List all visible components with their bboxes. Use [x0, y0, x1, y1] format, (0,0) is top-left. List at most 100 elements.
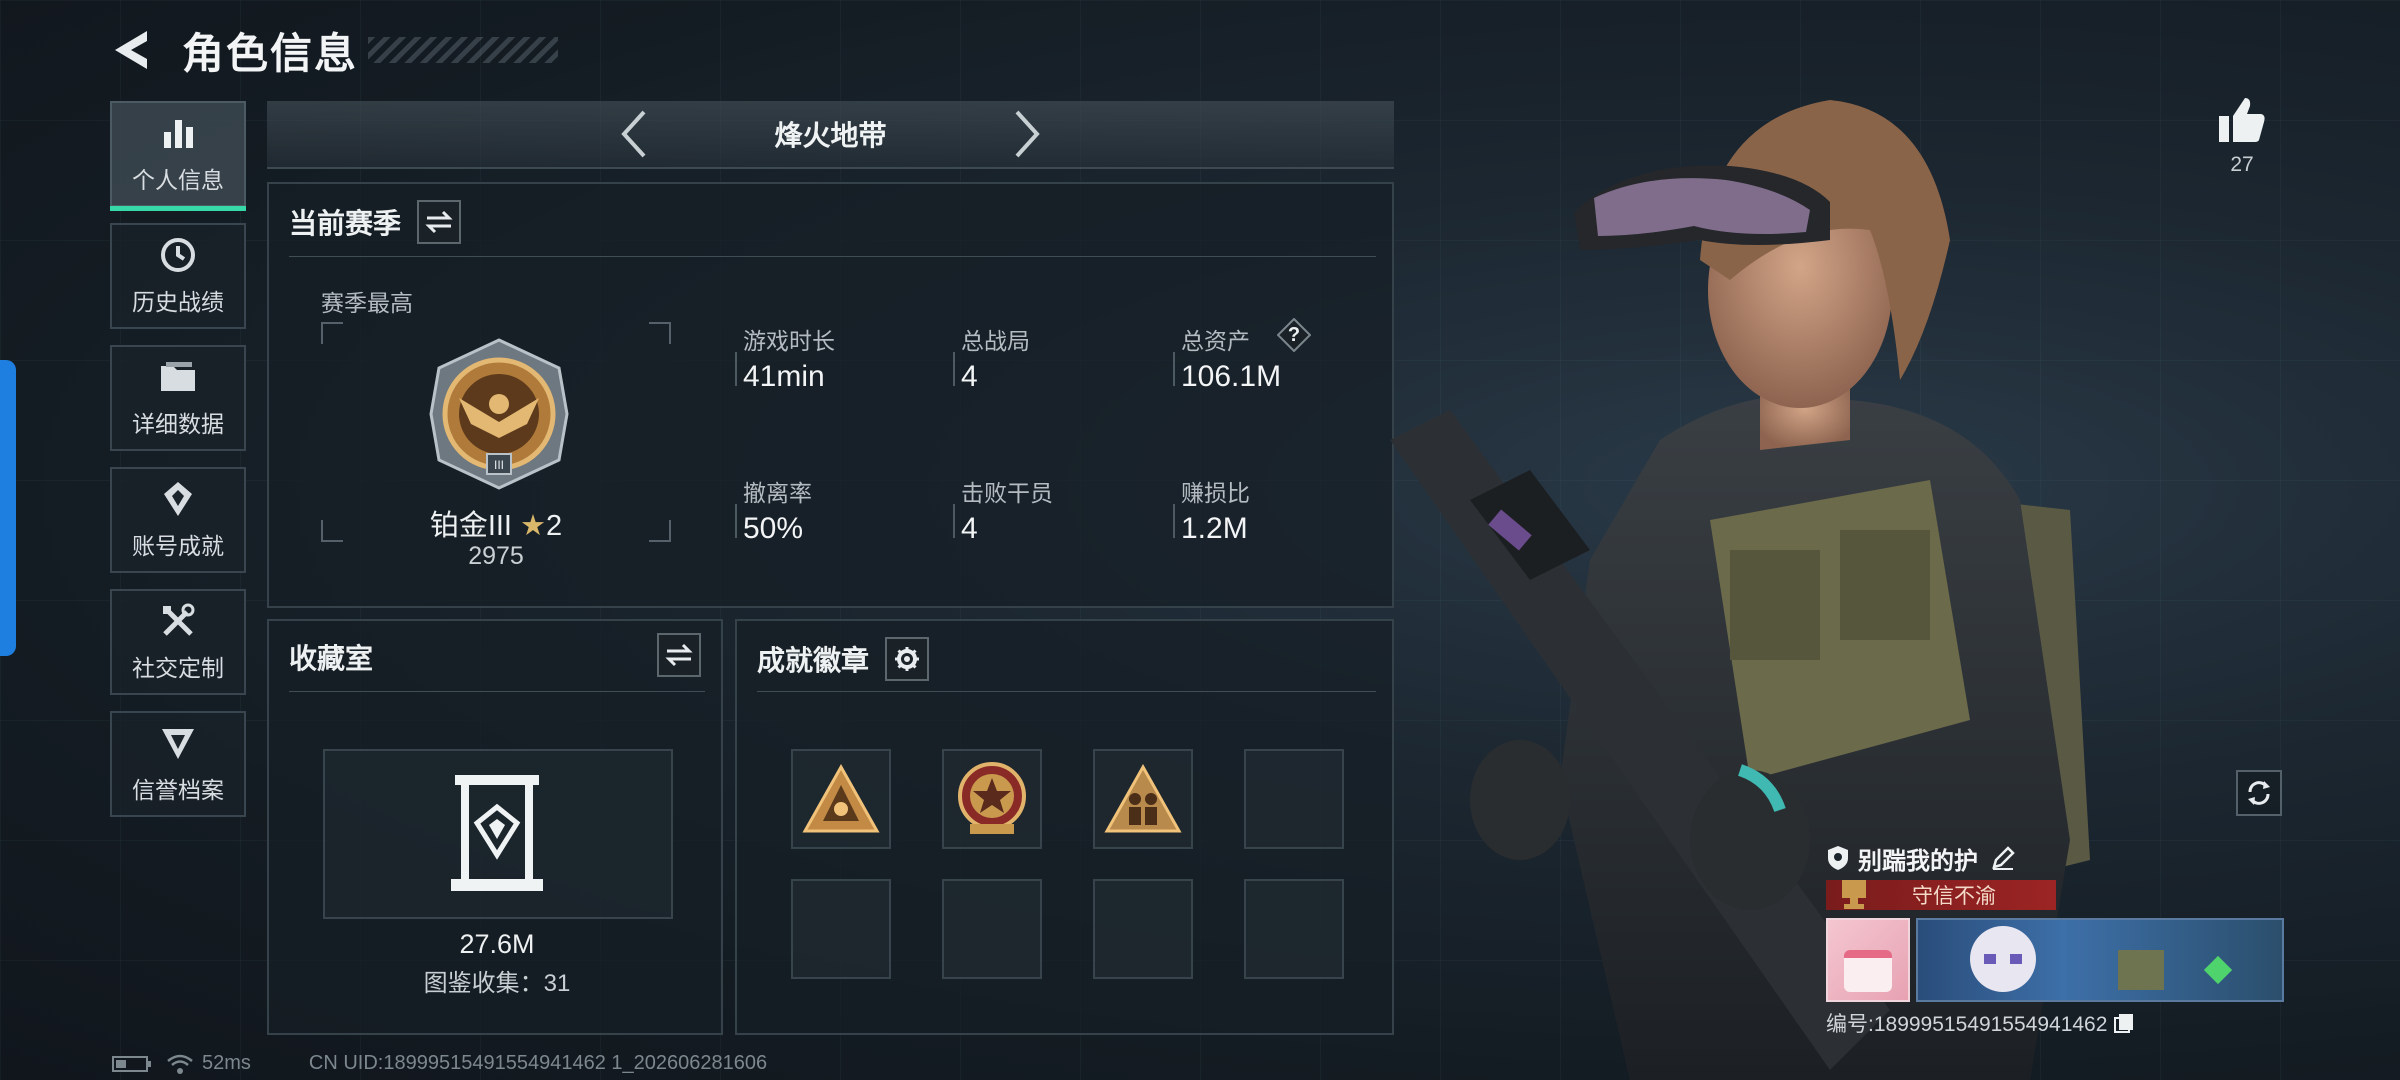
- folder-icon: [156, 357, 200, 397]
- swap-icon: [665, 643, 693, 667]
- sidebar-item-label: 历史战绩: [132, 289, 224, 315]
- mode-selector: 烽火地带: [267, 101, 1394, 169]
- title-badge: 守信不渝: [1826, 880, 2056, 910]
- season-panel: 当前赛季 赛季最高 III 铂金III ★2 2975 游戏时长 41min 总…: [267, 182, 1394, 608]
- stat-value: 1.2M: [1181, 512, 1248, 545]
- stat-label: 击败干员: [961, 480, 1053, 506]
- rank-score: 2975: [468, 542, 524, 570]
- stat-value: 50%: [743, 512, 804, 545]
- copy-id-button[interactable]: [2113, 1012, 2135, 1034]
- ping-text: 52ms: [202, 1052, 251, 1074]
- stat-value: 4: [961, 360, 978, 393]
- stat-value: 41min: [743, 360, 825, 393]
- season-best-label: 赛季最高: [321, 290, 413, 316]
- avatar-card[interactable]: [1826, 918, 1910, 1002]
- badge-slot-empty[interactable]: [1244, 879, 1344, 979]
- tools-icon: [156, 601, 200, 641]
- stat-label: 赚损比: [1181, 480, 1250, 506]
- soldiers-badge-icon: [1104, 763, 1182, 833]
- cake-icon: [1844, 950, 1892, 992]
- status-bar: 52ms CN UID:18999515491554941462 1_20260…: [112, 1052, 767, 1075]
- player-name: 别踹我的护: [1858, 847, 1978, 875]
- triangle-badge-icon: [802, 763, 880, 833]
- badge-slot[interactable]: [1093, 749, 1193, 849]
- sidebar-item-label: 详细数据: [132, 411, 224, 437]
- robot-toy-icon: [2118, 950, 2164, 990]
- next-mode-button[interactable]: [1007, 108, 1047, 160]
- uid-text: CN UID:18999515491554941462 1_2026062816…: [308, 1052, 768, 1074]
- badge-slot[interactable]: [942, 749, 1042, 849]
- title-badge-text: 守信不渝: [1912, 885, 1996, 908]
- divider: [289, 256, 1376, 257]
- stat-value: 4: [961, 512, 978, 545]
- badge-slot-empty[interactable]: [942, 879, 1042, 979]
- bar-chart-icon: [156, 113, 200, 153]
- thumbs-up-icon: [2219, 98, 2265, 142]
- stat-divider: [953, 352, 955, 386]
- side-pull-tab[interactable]: [0, 360, 16, 656]
- page-header: 角色信息: [108, 22, 559, 78]
- badge-slot-empty[interactable]: [1093, 879, 1193, 979]
- stat-label: 游戏时长: [743, 328, 835, 354]
- stat-divider: [735, 504, 737, 538]
- chevron-right-icon: [1015, 110, 1040, 158]
- achievements-panel: 成就徽章: [735, 619, 1394, 1035]
- edit-name-button[interactable]: [1990, 845, 2016, 871]
- player-id-text: 编号:18999515491554941462: [1826, 1013, 2108, 1036]
- help-mark: ?: [1287, 323, 1301, 346]
- divider: [289, 691, 705, 692]
- sidebar: 个人信息 历史战绩 详细数据 账号成就 社交定制 信誉档案: [110, 101, 250, 833]
- collection-value: 27.6M: [459, 929, 535, 959]
- player-card: 别踹我的护 守信不渝 编号:18999515491554941462: [1826, 840, 2286, 1038]
- achievements-settings-button[interactable]: [885, 637, 930, 681]
- achievement-icon: [156, 479, 200, 519]
- page-title: 角色信息: [182, 29, 359, 77]
- collection-switch-button[interactable]: [657, 633, 701, 677]
- stat-divider: [735, 352, 737, 386]
- like-button[interactable]: 27: [2216, 96, 2268, 177]
- sidebar-item-achievements[interactable]: 账号成就: [110, 467, 246, 573]
- season-switch-button[interactable]: [417, 200, 462, 244]
- credit-badge-icon: [156, 723, 200, 763]
- shield-icon: [1828, 846, 1848, 870]
- badge-slot-empty[interactable]: [1244, 749, 1344, 849]
- rotate-view-button[interactable]: [2236, 770, 2282, 816]
- badge-slot-empty[interactable]: [791, 879, 891, 979]
- help-button[interactable]: ?: [1277, 318, 1311, 352]
- gear-icon: [895, 647, 920, 671]
- sidebar-item-detail-data[interactable]: 详细数据: [110, 345, 246, 451]
- like-count: 27: [2230, 153, 2254, 176]
- copy-icon: [2114, 1014, 2134, 1033]
- sidebar-item-label: 信誉档案: [132, 777, 224, 803]
- refresh-icon: [2248, 781, 2270, 805]
- sidebar-item-personal-info[interactable]: 个人信息: [110, 101, 246, 211]
- chevron-left-icon: [621, 110, 646, 158]
- divider: [757, 691, 1376, 692]
- stat-divider: [1173, 352, 1175, 386]
- wifi-icon: [167, 1054, 193, 1074]
- rank-emblem-icon: III: [429, 338, 569, 490]
- sidebar-item-label: 社交定制: [132, 655, 224, 681]
- badge-slot[interactable]: [791, 749, 891, 849]
- profile-cards: [1826, 918, 2286, 1002]
- pencil-icon: [1992, 846, 2015, 870]
- star-medal-badge-icon: [958, 762, 1026, 834]
- clock-history-icon: [156, 235, 200, 275]
- stat-label: 撤离率: [743, 480, 812, 506]
- swap-icon: [425, 210, 453, 234]
- prev-mode-button[interactable]: [614, 108, 654, 160]
- banner-card[interactable]: [1916, 918, 2284, 1002]
- rank-name-row: 铂金III ★2: [321, 502, 671, 544]
- back-button[interactable]: [108, 27, 154, 73]
- sidebar-item-label: 个人信息: [132, 167, 224, 193]
- collection-count: 图鉴收集：31: [423, 970, 571, 997]
- back-arrow-icon: [115, 31, 147, 69]
- stat-value: 106.1M: [1181, 360, 1282, 393]
- stat-label: 总战局: [961, 328, 1030, 354]
- sidebar-item-history[interactable]: 历史战绩: [110, 223, 246, 329]
- sidebar-item-credit-record[interactable]: 信誉档案: [110, 711, 246, 817]
- sidebar-item-label: 账号成就: [132, 533, 224, 559]
- battery-icon: [112, 1055, 151, 1072]
- collection-panel[interactable]: 收藏室 27.6M 图鉴收集：31: [267, 619, 723, 1035]
- sidebar-item-social-custom[interactable]: 社交定制: [110, 589, 246, 695]
